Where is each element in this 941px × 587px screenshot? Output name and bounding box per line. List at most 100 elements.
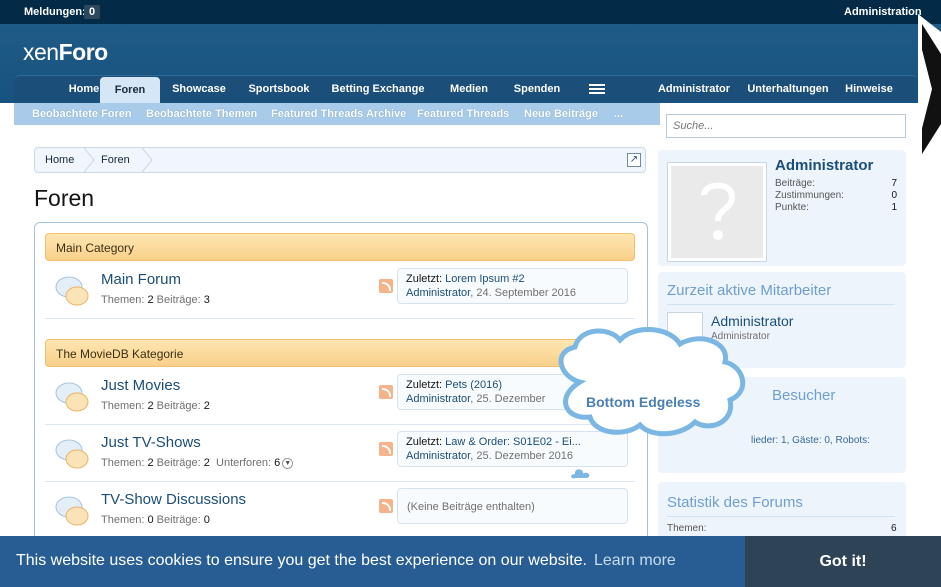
forum-stats: Themen: 2 Beiträge: 3 (101, 294, 210, 306)
unterforen-label[interactable]: Unterforen: (216, 457, 271, 469)
beitraege-label: Beiträge: (156, 400, 201, 412)
themen-count: 2 (147, 457, 154, 469)
cookie-banner: This website uses cookies to ensure you … (0, 536, 941, 587)
visitor-name[interactable]: Administrator (775, 157, 873, 174)
rss-icon[interactable] (379, 499, 393, 513)
subnav-beobachtete-themen[interactable]: Beobachtete Themen (146, 103, 257, 125)
last-post: (Keine Beiträge enthalten) (397, 488, 628, 524)
notifications-count-badge[interactable]: 0 (84, 5, 101, 19)
page-title: Foren (34, 185, 95, 211)
tab-medien[interactable]: Medien (444, 76, 494, 102)
themen-label: Themen: (101, 514, 145, 526)
category-title: Main Category (56, 241, 135, 255)
stat-row: Punkte: 1 (775, 202, 897, 213)
forum-stats: Themen: 0 Beiträge: 0 (101, 514, 210, 526)
themen-label: Themen: (101, 294, 145, 306)
breadcrumb: Home Foren ↗ (34, 147, 646, 173)
sub-nav: Beobachtete Foren Beobachtete Themen Fea… (14, 103, 660, 125)
nav-hinweise[interactable]: Hinweise (842, 76, 896, 102)
chevron-down-icon[interactable]: ▼ (282, 457, 294, 469)
subnav-featured-archive[interactable]: Featured Threads Archive (271, 103, 406, 125)
forum-bubble-icon (55, 439, 89, 469)
side-arrow-icon[interactable] (918, 14, 941, 164)
logo-part-1: xen (23, 39, 59, 65)
subnav-more[interactable]: ... (614, 103, 623, 125)
last-date: 25. Dezember (476, 393, 546, 405)
beitraege-count: 0 (203, 514, 210, 526)
last-post: Zuletzt: Lorem Ipsum #2 Administrator, 2… (397, 268, 628, 304)
staff-title: Zurzeit aktive Mitarbeiter (667, 282, 832, 299)
subnav-beobachtete-foren[interactable]: Beobachtete Foren (32, 103, 132, 125)
beitraege-count: 2 (203, 400, 210, 412)
forum-bubble-icon (55, 276, 89, 306)
last-user-link[interactable]: Administrator (406, 287, 470, 299)
visitors-title: Besucher (772, 387, 836, 404)
notifications-label[interactable]: Meldungen: (24, 6, 86, 18)
top-bar: Meldungen: 0 Administration (0, 0, 941, 24)
search-input[interactable] (666, 114, 906, 138)
beitraege-count: 3 (203, 294, 210, 306)
rss-icon[interactable] (379, 279, 393, 293)
forum-stats: Themen: 2 Beiträge: 2 (101, 400, 210, 412)
breadcrumb-foren[interactable]: Foren (101, 148, 130, 172)
tab-betting-exchange[interactable]: Betting Exchange (326, 76, 430, 102)
no-posts-text: (Keine Beiträge enthalten) (407, 501, 535, 513)
last-user-link[interactable]: Administrator (406, 450, 470, 462)
account-link[interactable]: Administration (844, 6, 922, 18)
forum-title[interactable]: Just TV-Shows (101, 434, 201, 451)
tab-spenden[interactable]: Spenden (508, 76, 566, 102)
forum-bubble-icon (55, 382, 89, 412)
main-nav: Home Foren Showcase Sportsbook Betting E… (14, 75, 918, 104)
subnav-neue-beitraege[interactable]: Neue Beiträge (524, 103, 598, 125)
beitraege-count: 2 (203, 457, 210, 469)
learn-more-link[interactable]: Learn more (594, 552, 676, 570)
subnav-featured-threads[interactable]: Featured Threads (417, 103, 509, 125)
visitor-panel: Administrator Beiträge: 7 Zustimmungen: 0 … (658, 150, 906, 266)
forum-bubble-icon (55, 496, 89, 526)
breadcrumb-separator-icon (83, 148, 95, 172)
tab-showcase[interactable]: Showcase (164, 76, 234, 102)
tab-sportsbook[interactable]: Sportsbook (244, 76, 314, 102)
forum-stats-title: Statistik des Forums (667, 494, 803, 511)
rss-icon[interactable] (379, 385, 393, 399)
themen-count: 0 (147, 514, 154, 526)
beitraege-label: Beiträge: (156, 514, 201, 526)
themen-count: 2 (147, 294, 154, 306)
question-mark-icon (701, 182, 736, 240)
last-label: Zuletzt: (406, 273, 443, 285)
last-thread-link[interactable]: Pets (2016) (445, 379, 502, 391)
themen-count: 2 (147, 400, 154, 412)
forum-title[interactable]: Main Forum (101, 271, 181, 288)
category-header[interactable]: Main Category (45, 233, 635, 261)
stat-row: Zustimmungen: 0 (775, 190, 897, 201)
menu-icon[interactable] (589, 84, 605, 94)
stats-label: Themen: (667, 523, 707, 534)
got-it-button[interactable]: Got it! (745, 536, 941, 587)
jump-to-icon[interactable]: ↗ (627, 153, 641, 167)
last-thread-link[interactable]: Lorem Ipsum #2 (445, 273, 524, 285)
last-user-link[interactable]: Administrator (406, 393, 470, 405)
stat-row: Beiträge: 7 (775, 178, 897, 189)
breadcrumb-home[interactable]: Home (45, 148, 74, 172)
forum-row: TV-Show Discussions Themen: 0 Beiträge: … (45, 483, 635, 539)
nav-unterhaltungen[interactable]: Unterhaltungen (746, 76, 830, 102)
forum-row: Main Forum Themen: 2 Beiträge: 3 Zuletzt… (45, 263, 635, 319)
last-label: Zuletzt: (406, 436, 443, 448)
forum-title[interactable]: Just Movies (101, 377, 180, 394)
avatar[interactable] (667, 162, 767, 262)
cloud-text: Bottom Edgeless (586, 394, 701, 410)
category-title: The MovieDB Kategorie (56, 347, 184, 361)
rss-icon[interactable] (379, 442, 393, 456)
tab-foren[interactable]: Foren (100, 77, 160, 104)
cookie-message: This website uses cookies to ensure you … (16, 552, 587, 569)
last-label: Zuletzt: (406, 379, 443, 391)
site-logo[interactable]: xenForo (23, 39, 108, 66)
themen-label: Themen: (101, 400, 145, 412)
forum-title[interactable]: TV-Show Discussions (101, 491, 246, 508)
breadcrumb-separator-icon (141, 148, 153, 172)
last-date: 24. September 2016 (476, 287, 577, 299)
beitraege-label: Beiträge: (156, 294, 201, 306)
forum-stats: Themen: 2 Beiträge: 2 Unterforen: 6 ▼ (101, 457, 294, 469)
nav-administrator[interactable]: Administrator (652, 76, 736, 102)
stats-value: 6 (891, 523, 897, 534)
